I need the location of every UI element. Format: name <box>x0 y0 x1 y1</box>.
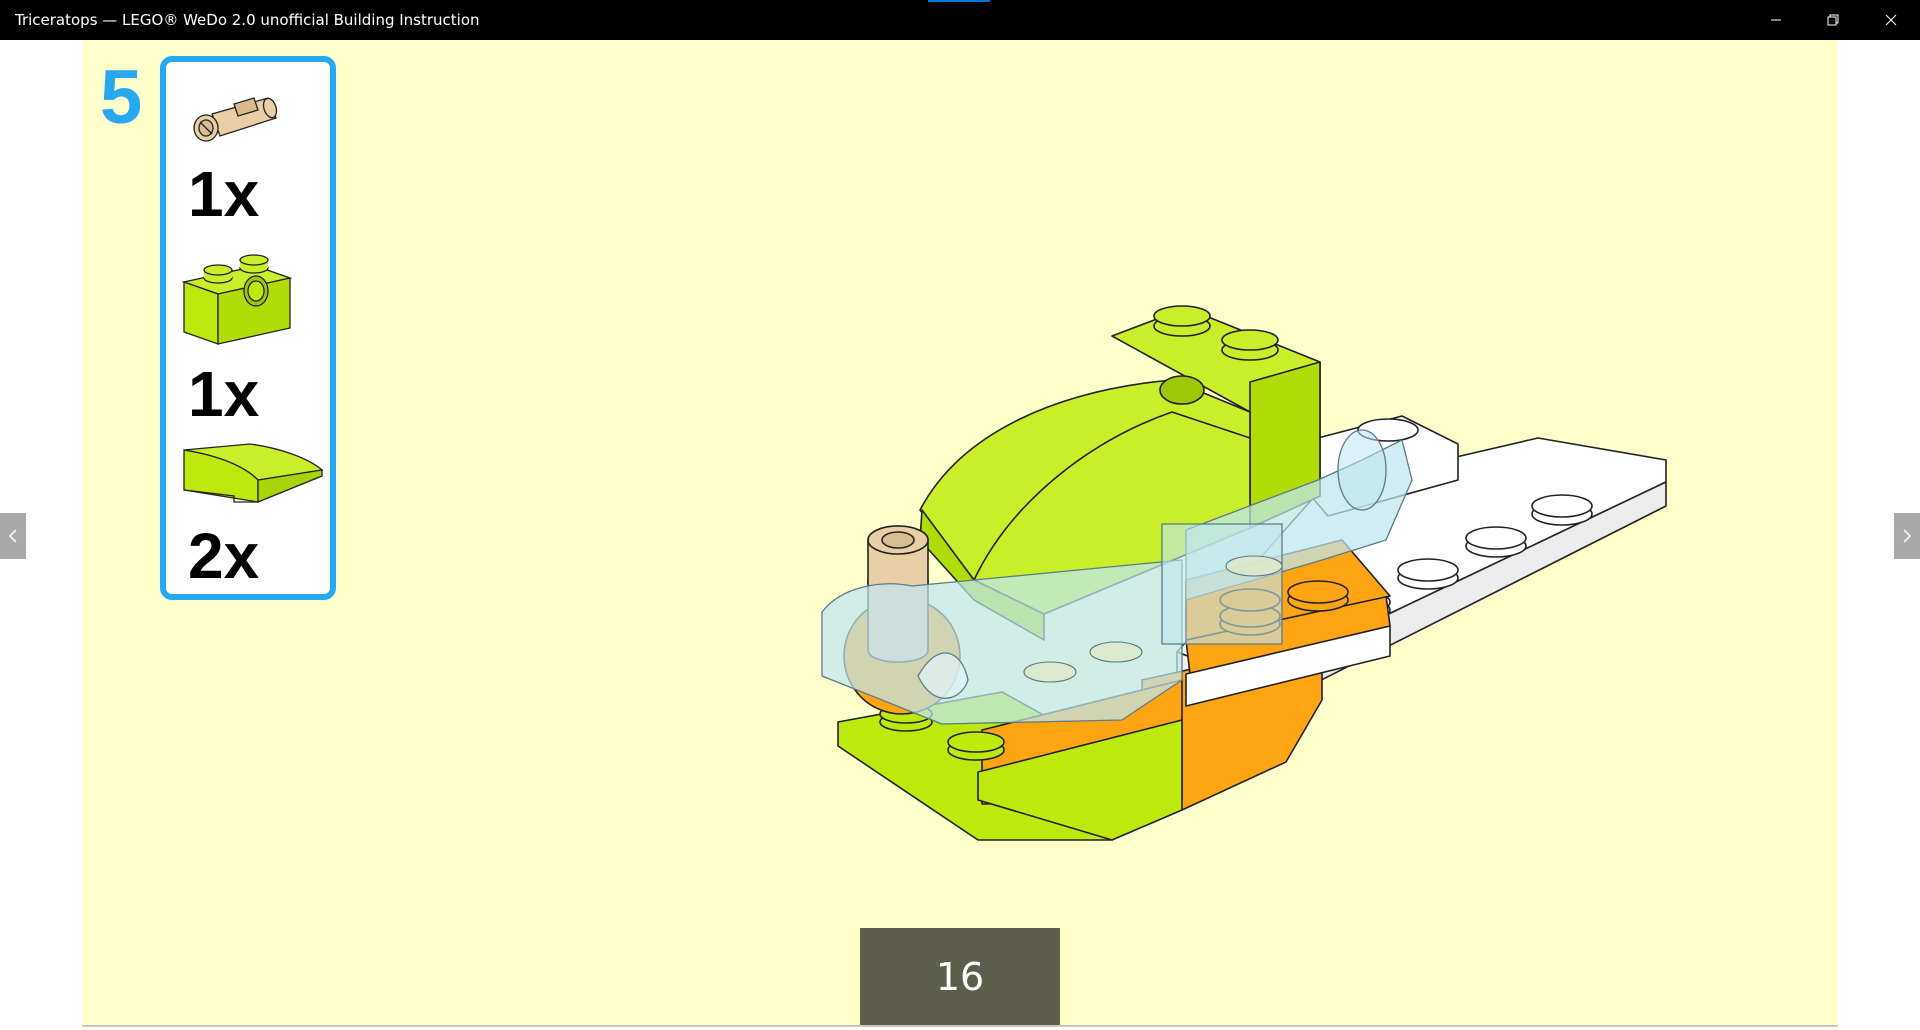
part-quantity: 1x <box>188 158 260 230</box>
step-number: 5 <box>100 55 143 140</box>
close-icon <box>1885 14 1896 26</box>
title-accent-line <box>928 0 990 2</box>
lime-curved-slope-icon <box>183 443 324 503</box>
title-bar: Triceratops — LEGO® WeDo 2.0 unofficial … <box>0 0 1920 40</box>
minimize-icon <box>1770 19 1781 21</box>
triceratops-assembly-step-icon <box>821 305 1667 841</box>
restore-icon <box>1827 14 1838 26</box>
part-quantity: 2x <box>188 520 260 592</box>
instruction-page: 5 1x 1x 2x 16 <box>82 40 1838 1027</box>
tan-axle-pin-icon <box>193 97 278 142</box>
window-title: Triceratops — LEGO® WeDo 2.0 unofficial … <box>15 11 480 29</box>
chevron-right-icon <box>1903 529 1912 543</box>
chevron-left-icon <box>8 529 17 543</box>
next-page-button[interactable] <box>1894 513 1920 559</box>
previous-page-button[interactable] <box>0 513 26 559</box>
parts-list: 1x 1x 2x <box>160 56 336 600</box>
restore-button[interactable] <box>1804 0 1861 40</box>
close-button[interactable] <box>1862 0 1919 40</box>
page-number: 16 <box>860 928 1060 1025</box>
minimize-button[interactable] <box>1747 0 1804 40</box>
lime-technic-brick-1x2-icon <box>182 254 292 345</box>
part-quantity: 1x <box>188 358 260 430</box>
